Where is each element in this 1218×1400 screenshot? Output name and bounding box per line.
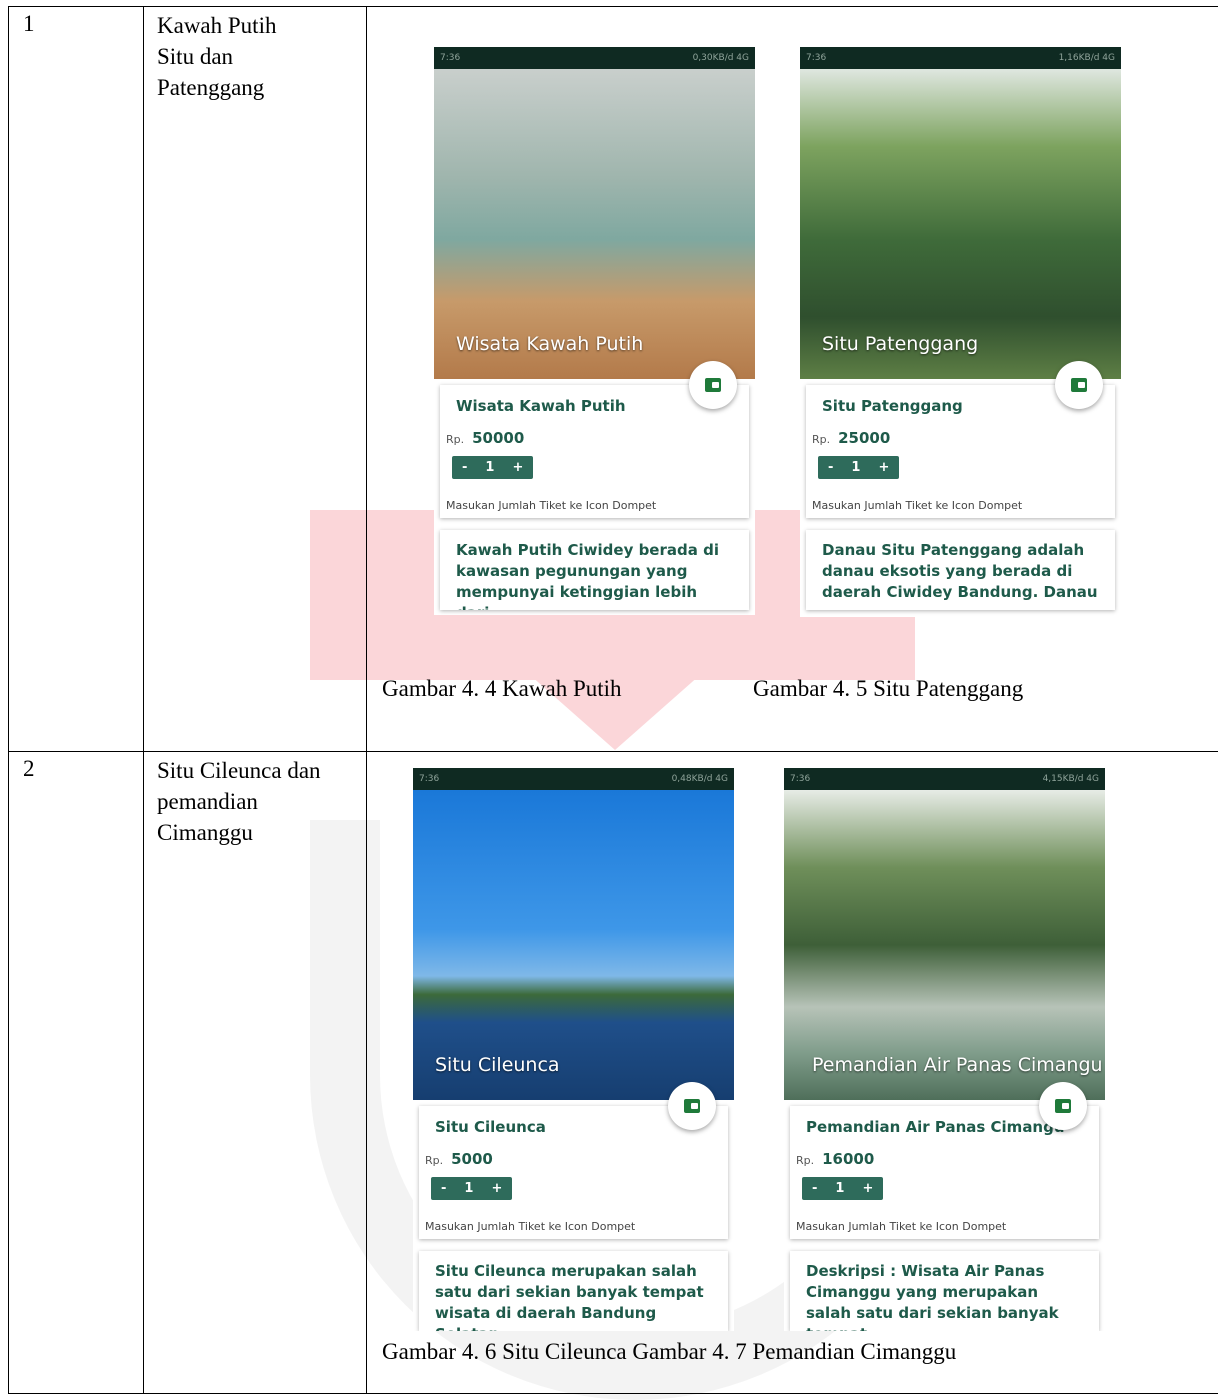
wallet-button[interactable] (668, 1082, 716, 1130)
wallet-icon (705, 378, 721, 392)
quantity-stepper[interactable]: - 1 + (802, 1177, 883, 1200)
description-card: Danau Situ Patenggang adalah danau eksot… (806, 530, 1115, 610)
hero-image: Situ Cileunca (413, 790, 734, 1100)
wallet-button[interactable] (1039, 1082, 1087, 1130)
plus-button[interactable]: + (491, 1181, 502, 1196)
figure-caption: Gambar 4. 4 Kawah Putih (382, 676, 622, 702)
minus-button[interactable]: - (828, 460, 833, 475)
minus-button[interactable]: - (441, 1181, 446, 1196)
currency: Rp. (446, 433, 464, 446)
row-name-cell: Situ Cileunca dan pemandian Cimanggu (144, 752, 367, 1394)
phone-screenshot-cimanggu: 7:36 4,15KB/d 4G Pemandian Air Panas Cima… (784, 768, 1105, 1331)
plus-button[interactable]: + (862, 1181, 873, 1196)
plus-button[interactable]: + (878, 460, 889, 475)
quantity-value: 1 (485, 460, 494, 475)
price: Rp. 16000 (796, 1150, 1093, 1168)
status-bar: 7:36 0,48KB/d 4G (413, 768, 734, 790)
price-value: 5000 (451, 1150, 493, 1168)
currency: Rp. (425, 1154, 443, 1167)
row-name-line: Kawah Putih (157, 10, 366, 41)
wallet-button[interactable] (1055, 361, 1103, 409)
quantity-stepper[interactable]: - 1 + (452, 456, 533, 479)
price: Rp. 50000 (446, 429, 743, 447)
row-name-line: Cimanggu (157, 817, 366, 848)
quantity-stepper[interactable]: - 1 + (431, 1177, 512, 1200)
currency: Rp. (812, 433, 830, 446)
row-name-line: Patenggang (157, 72, 366, 103)
hero-title: Situ Cileunca (435, 1054, 560, 1076)
hint-text: Masukan Jumlah Tiket ke Icon Dompet (796, 1220, 1093, 1233)
row-name-cell: Kawah Putih Situ dan Patenggang (144, 7, 367, 752)
status-time: 7:36 (419, 774, 439, 784)
plus-button[interactable]: + (512, 460, 523, 475)
row-name-line: Situ dan (157, 41, 366, 72)
price-value: 25000 (838, 429, 890, 447)
price: Rp. 25000 (812, 429, 1109, 447)
row-number: 1 (9, 7, 143, 37)
hero-image: Wisata Kawah Putih (434, 69, 755, 379)
hero-title: Wisata Kawah Putih (456, 333, 643, 355)
hint-text: Masukan Jumlah Tiket ke Icon Dompet (812, 499, 1109, 512)
wallet-icon (1071, 378, 1087, 392)
status-time: 7:36 (790, 774, 810, 784)
row-name-line: pemandian (157, 786, 366, 817)
figure-caption: Gambar 4. 5 Situ Patenggang (753, 676, 1023, 702)
minus-button[interactable]: - (462, 460, 467, 475)
status-bar: 7:36 1,16KB/d 4G (800, 47, 1121, 69)
row-name-line: Situ Cileunca dan (157, 755, 366, 786)
row-number-cell: 1 (9, 7, 144, 752)
row-name: Situ Cileunca dan pemandian Cimanggu (144, 752, 366, 848)
price: Rp. 5000 (425, 1150, 722, 1168)
status-time: 7:36 (806, 53, 826, 63)
price-value: 16000 (822, 1150, 874, 1168)
status-info: 1,16KB/d 4G (1059, 53, 1115, 63)
hero-title: Situ Patenggang (822, 333, 978, 355)
description-card: Deskripsi : Wisata Air Panas Cimanggu ya… (790, 1251, 1099, 1331)
wallet-button[interactable] (689, 361, 737, 409)
quantity-value: 1 (851, 460, 860, 475)
description-card: Situ Cileunca merupakan salah satu dari … (419, 1251, 728, 1331)
phone-screenshot-kawah-putih: 7:360,30KB/d 4G Wisata Kawah Putih Wisat… (434, 47, 755, 615)
wallet-icon (684, 1099, 700, 1113)
phone-screenshot-situ-patenggang: 7:361,16KB/d 4G Situ Patenggang Situ Pat… (800, 47, 1121, 617)
phone-screenshot-situ-cileunca: 7:36 0,48KB/d 4G Situ Cileunca Situ Cileu… (413, 768, 734, 1331)
hero-image: Pemandian Air Panas Cimangu (784, 790, 1105, 1100)
wallet-icon (1055, 1099, 1071, 1113)
status-info: 4,15KB/d 4G (1043, 774, 1099, 784)
currency: Rp. (796, 1154, 814, 1167)
price-value: 50000 (472, 429, 524, 447)
status-bar: 7:36 0,30KB/d 4G (434, 47, 755, 69)
row-number-cell: 2 (9, 752, 144, 1394)
minus-button[interactable]: - (812, 1181, 817, 1196)
row-number: 2 (9, 752, 143, 782)
status-info: 0,30KB/d 4G (693, 53, 749, 63)
row-name: Kawah Putih Situ dan Patenggang (144, 7, 366, 103)
status-time: 7:36 (440, 53, 460, 63)
quantity-value: 1 (835, 1181, 844, 1196)
hint-text: Masukan Jumlah Tiket ke Icon Dompet (446, 499, 743, 512)
hero-image: Situ Patenggang (800, 69, 1121, 379)
status-info: 0,48KB/d 4G (672, 774, 728, 784)
quantity-stepper[interactable]: - 1 + (818, 456, 899, 479)
hint-text: Masukan Jumlah Tiket ke Icon Dompet (425, 1220, 722, 1233)
status-bar: 7:36 4,15KB/d 4G (784, 768, 1105, 790)
description-card: Kawah Putih Ciwidey berada di kawasan pe… (440, 530, 749, 610)
hero-title: Pemandian Air Panas Cimangu (812, 1054, 1103, 1076)
quantity-value: 1 (464, 1181, 473, 1196)
figure-caption: Gambar 4. 6 Situ Cileunca Gambar 4. 7 Pe… (382, 1339, 956, 1365)
